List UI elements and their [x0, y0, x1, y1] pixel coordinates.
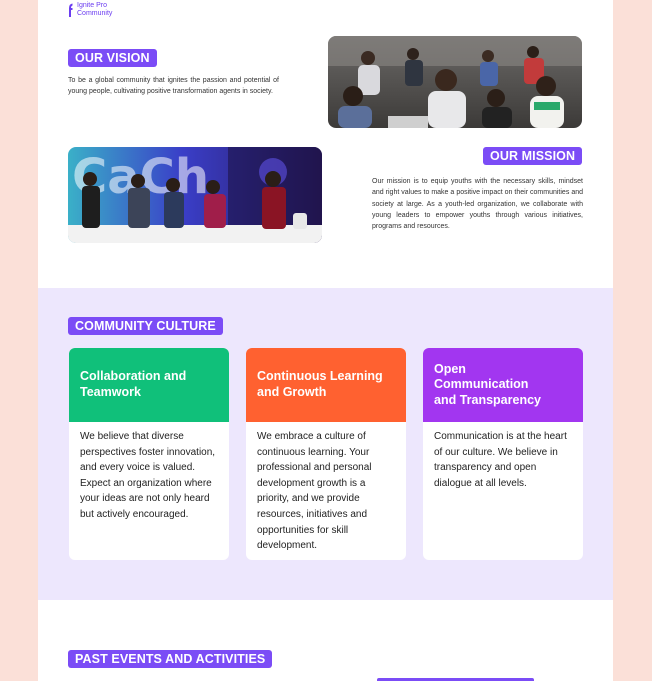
vision-event-photo — [328, 36, 582, 128]
mission-text: Our mission is to equip youths with the … — [372, 178, 583, 231]
brand-name-line2: Community — [77, 10, 113, 17]
card-title: Collaboration and Teamwork — [69, 348, 229, 422]
flame-icon — [69, 3, 73, 17]
brand-logo[interactable]: Ignite Pro Community — [68, 2, 112, 18]
mission-heading: OUR MISSION — [483, 147, 583, 165]
culture-card-learning: Continuous Learning and Growth We embrac… — [246, 348, 406, 560]
card-title: Continuous Learning and Growth — [246, 348, 406, 422]
culture-heading: COMMUNITY CULTURE — [68, 317, 223, 335]
card-body: We believe that diverse perspectives fos… — [80, 431, 216, 520]
culture-card-communication: Open Communication and Transparency Comm… — [423, 348, 583, 560]
page: Ignite Pro Community OUR VISION To be a … — [38, 0, 613, 681]
vision-heading: OUR VISION — [68, 49, 157, 67]
culture-card-collaboration: Collaboration and Teamwork We believe th… — [69, 348, 229, 560]
mission-panel-photo: CaCh — [68, 147, 322, 243]
brand-name-line1: Ignite Pro — [77, 2, 107, 9]
card-body: We embrace a culture of continuous learn… — [257, 431, 372, 552]
events-heading: PAST EVENTS AND ACTIVITIES — [68, 650, 273, 668]
card-title: Open Communication and Transparency — [423, 348, 583, 422]
vision-text: To be a global community that ignites th… — [68, 77, 279, 96]
card-body: Communication is at the heart of our cul… — [434, 431, 567, 489]
